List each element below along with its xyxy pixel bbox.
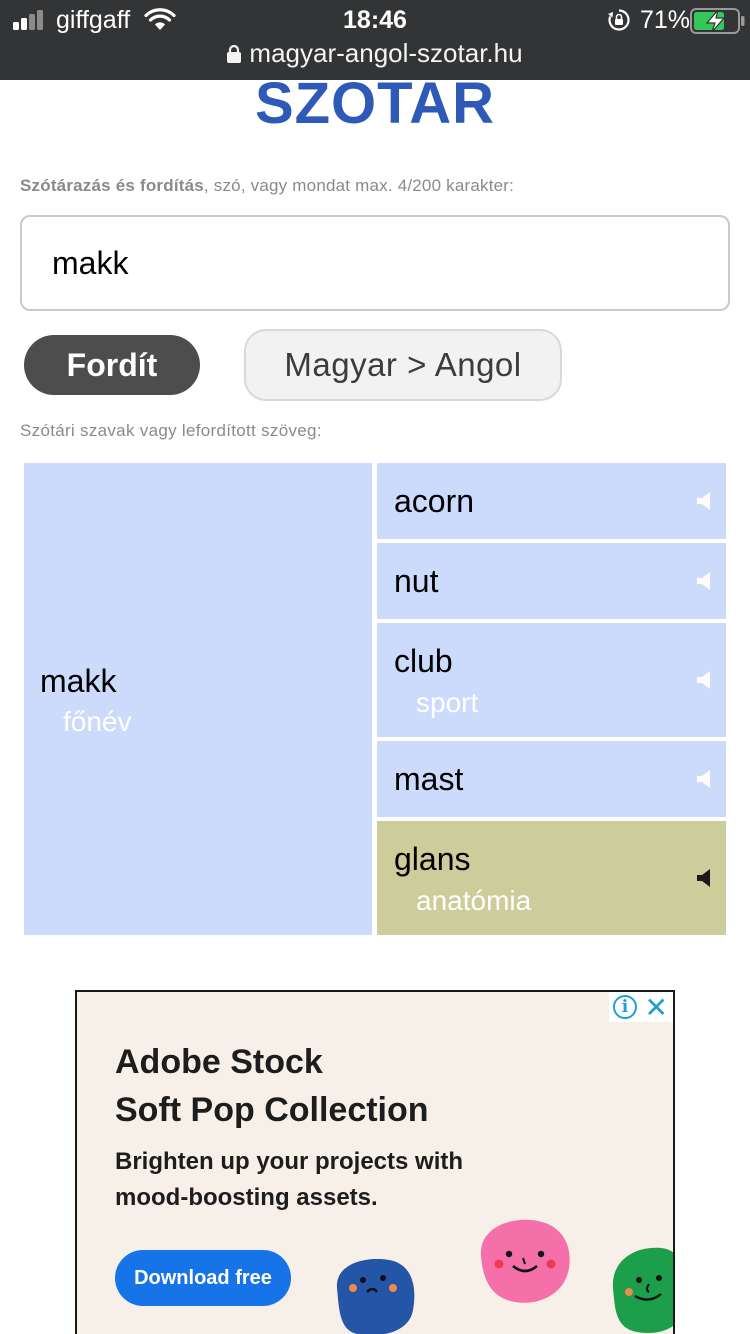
translation-row[interactable]: acorn — [377, 463, 726, 539]
part-of-speech: főnév — [63, 706, 132, 737]
input-hint: Szótárazás és fordítás, szó, vagy mondat… — [20, 176, 514, 196]
site-logo[interactable]: SZOTAR — [0, 70, 750, 137]
translate-button[interactable]: Fordít — [24, 335, 200, 395]
speaker-icon[interactable] — [696, 670, 712, 690]
battery-percent: 71% — [640, 6, 691, 34]
speaker-icon[interactable] — [696, 769, 712, 789]
translation-word: acorn — [394, 483, 475, 519]
speaker-icon[interactable] — [696, 491, 712, 511]
address-bar[interactable]: magyar-angol-szotar.hu — [0, 38, 750, 69]
ad-headline: Adobe Stock Soft Pop Collection — [115, 1038, 429, 1134]
ad-close-icon[interactable]: ✕ — [645, 992, 668, 1024]
search-box[interactable] — [20, 215, 730, 311]
source-word-cell: makk főnév — [24, 463, 372, 935]
ad-controls: i ✕ — [609, 992, 673, 1024]
rotation-lock-icon — [608, 9, 630, 31]
ad-info-icon[interactable]: i — [613, 995, 637, 1019]
advertisement[interactable]: i ✕ Adobe Stock Soft Pop Collection Brig… — [75, 990, 675, 1334]
ad-body-line-2: mood-boosting assets. — [115, 1184, 378, 1211]
ad-body-line-1: Brighten up your projects with — [115, 1148, 464, 1175]
translation-domain: anatómia — [416, 885, 532, 916]
battery-charging-icon — [690, 8, 745, 34]
speaker-icon[interactable] — [696, 868, 712, 888]
translation-word: mast — [394, 761, 464, 797]
url-text: magyar-angol-szotar.hu — [249, 38, 523, 68]
status-bar: giffgaff 18:46 71% magyar-angol-szotar.h… — [0, 0, 750, 80]
ad-headline-line-1: Adobe Stock — [115, 1043, 323, 1081]
translation-row[interactable]: glans anatómia — [377, 821, 726, 935]
translation-domain: sport — [416, 687, 479, 718]
ad-download-button[interactable]: Download free — [115, 1250, 291, 1306]
translation-word: nut — [394, 563, 439, 599]
ad-headline-line-2: Soft Pop Collection — [115, 1091, 429, 1129]
translation-row[interactable]: nut — [377, 543, 726, 619]
language-direction-button[interactable]: Magyar > Angol — [244, 329, 562, 401]
padlock-icon — [227, 39, 242, 63]
green-smiley-illustration — [612, 1247, 673, 1333]
input-hint-bold: Szótárazás és fordítás — [20, 176, 204, 195]
search-input[interactable] — [22, 217, 728, 309]
input-hint-rest: , szó, vagy mondat max. 4/200 karakter: — [203, 176, 515, 195]
results-label: Szótári szavak vagy lefordított szöveg: — [20, 421, 322, 440]
translation-row[interactable]: mast — [377, 741, 726, 817]
translation-word: glans — [394, 841, 471, 877]
blue-smiley-illustration — [336, 1259, 415, 1334]
source-word: makk — [40, 663, 117, 699]
pink-smiley-illustration — [480, 1219, 570, 1303]
clock: 18:46 — [343, 6, 407, 34]
ad-body: Brighten up your projects with mood-boos… — [115, 1144, 463, 1216]
speaker-icon[interactable] — [696, 571, 712, 591]
translation-row[interactable]: club sport — [377, 623, 726, 737]
translation-word: club — [394, 643, 453, 679]
